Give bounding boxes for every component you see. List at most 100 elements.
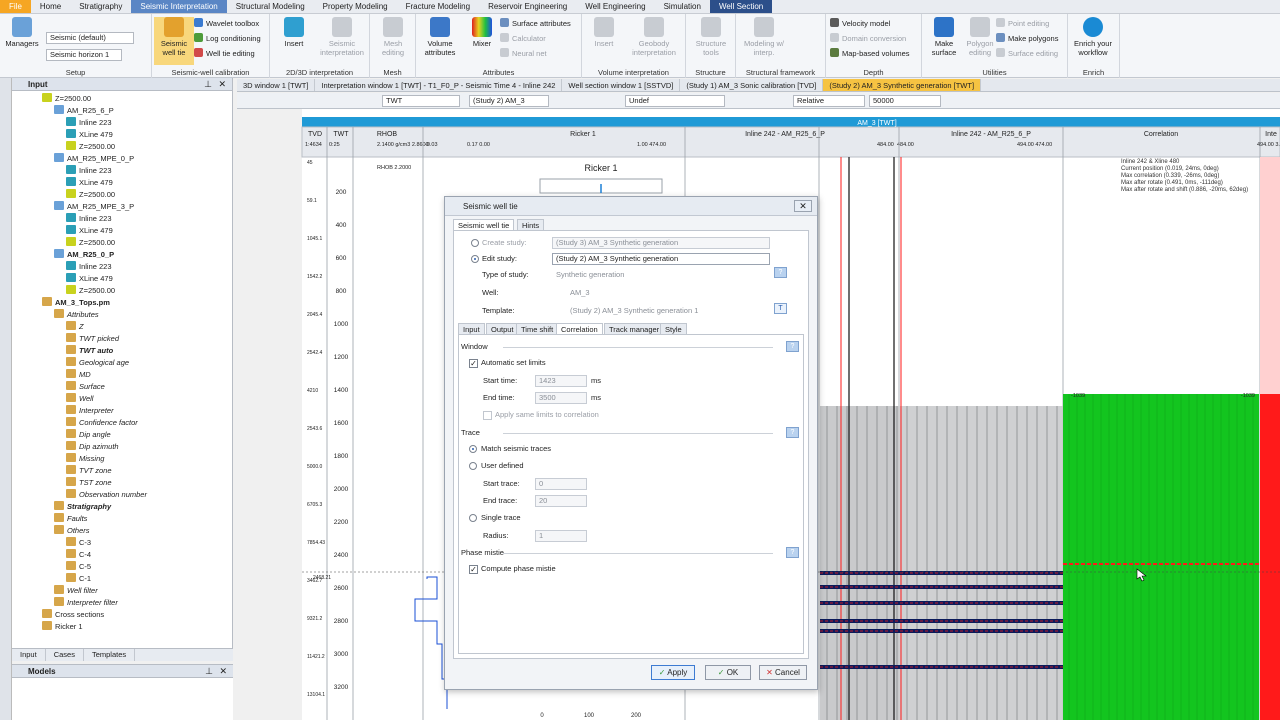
seismic-interpretation-button[interactable]: Seismic interpretation [318, 17, 366, 57]
relative-select[interactable]: Relative [793, 95, 865, 107]
models-close-icon[interactable]: ✕ [219, 665, 227, 678]
tree-item[interactable]: Z=2500.00 [66, 237, 115, 249]
tree-item[interactable]: XLine 479 [66, 225, 113, 237]
tab-cases[interactable]: Cases [46, 649, 84, 661]
tree-item[interactable]: AM_R25_6_P [54, 105, 114, 117]
modeling-interp-button[interactable]: Modeling w/ interp. [740, 17, 788, 57]
menu-well-engineering[interactable]: Well Engineering [576, 0, 654, 13]
user-defined-radio[interactable] [469, 462, 477, 470]
tree-item[interactable]: Inline 223 [66, 213, 112, 225]
tab-hints[interactable]: Hints [517, 219, 545, 230]
tree-item[interactable]: Geological age [66, 357, 129, 369]
tab-3d-window[interactable]: 3D window 1 [TWT] [237, 79, 316, 91]
tree-item[interactable]: Ricker 1 [42, 621, 83, 633]
tab-templates[interactable]: Templates [84, 649, 136, 661]
tree-item[interactable]: XLine 479 [66, 177, 113, 189]
enrich-workflow-button[interactable]: Enrich your workflow [1073, 17, 1113, 57]
managers-button[interactable]: Managers [2, 17, 42, 48]
seismic-well-tie-button[interactable]: Seismic well tie [154, 17, 194, 65]
window-help-icon[interactable]: ? [786, 341, 799, 352]
tree-item[interactable]: Interpreter filter [54, 597, 118, 609]
tree-item[interactable]: Attributes [54, 309, 99, 321]
log-conditioning-button[interactable]: Log conditioning [194, 33, 261, 45]
tree-item[interactable]: Confidence factor [66, 417, 138, 429]
tree-item[interactable]: C-1 [66, 573, 91, 585]
tree-item[interactable]: Inline 223 [66, 117, 112, 129]
make-surface-button[interactable]: Make surface [924, 17, 964, 57]
tab-interpretation-window[interactable]: Interpretation window 1 [TWT] - T1_F0_P … [315, 79, 563, 91]
tab-input[interactable]: Input [12, 649, 46, 661]
study-select[interactable]: (Study 2) AM_3 [469, 95, 549, 107]
match-traces-radio[interactable] [469, 445, 477, 453]
map-based-volumes-button[interactable]: Map-based volumes [830, 48, 910, 60]
menu-well-section[interactable]: Well Section [709, 0, 773, 13]
tree-item[interactable]: XLine 479 [66, 273, 113, 285]
menu-stratigraphy[interactable]: Stratigraphy [70, 0, 131, 13]
surface-editing-button[interactable]: Surface editing [996, 48, 1058, 60]
insert-button[interactable]: Insert [274, 17, 314, 48]
domain-conversion-button[interactable]: Domain conversion [830, 33, 906, 45]
menu-simulation[interactable]: Simulation [655, 0, 710, 13]
tree-item[interactable]: Observation number [66, 489, 147, 501]
wavelet-toolbox-button[interactable]: Wavelet toolbox [194, 18, 259, 30]
tree-item[interactable]: Others [54, 525, 90, 537]
well-field[interactable]: AM_3 [566, 287, 770, 299]
tree-item[interactable]: Inline 223 [66, 165, 112, 177]
make-polygons-button[interactable]: Make polygons [996, 33, 1058, 45]
calculator-button[interactable]: Calculator [500, 33, 546, 45]
geobody-interpretation-button[interactable]: Geobody interpretation [626, 17, 682, 57]
tree-item[interactable]: Stratigraphy [54, 501, 111, 513]
left-dock-strip[interactable] [0, 78, 12, 720]
mixer-button[interactable]: Mixer [462, 17, 502, 48]
cancel-button[interactable]: ✕ Cancel [759, 665, 807, 680]
seismic-horizon-select[interactable]: Seismic horizon 1 [46, 49, 122, 61]
subtab-time-shift[interactable]: Time shift [516, 323, 559, 334]
tree-item[interactable]: TVT zone [66, 465, 112, 477]
end-trace-input[interactable]: 20 [535, 495, 587, 507]
tree-item[interactable]: TWT picked [66, 333, 119, 345]
tree-item[interactable]: Faults [54, 513, 87, 525]
menu-structural-modeling[interactable]: Structural Modeling [227, 0, 314, 13]
tree-item[interactable]: Interpreter [66, 405, 114, 417]
scale-input[interactable]: 50000 [869, 95, 941, 107]
models-pin-icon[interactable]: ⊥ [205, 665, 213, 678]
edit-study-radio[interactable] [471, 255, 479, 263]
menu-seismic-interpretation[interactable]: Seismic Interpretation [131, 0, 227, 13]
apply-button[interactable]: ✓ Apply [651, 665, 695, 680]
apply-same-checkbox[interactable] [483, 411, 492, 420]
tree-item[interactable]: Surface [66, 381, 105, 393]
tree-item[interactable]: TWT auto [66, 345, 113, 357]
tree-item[interactable]: Missing [66, 453, 104, 465]
tree-item[interactable]: Dip angle [66, 429, 111, 441]
tree-item[interactable]: Z=2500.00 [66, 141, 115, 153]
undef-select[interactable]: Undef [625, 95, 725, 107]
single-trace-radio[interactable] [469, 514, 477, 522]
well-tie-editing-button[interactable]: Well tie editing [194, 48, 255, 60]
menu-file[interactable]: File [0, 0, 31, 13]
ok-button[interactable]: ✓ OK [705, 665, 751, 680]
start-trace-input[interactable]: 0 [535, 478, 587, 490]
auto-limits-checkbox[interactable]: ✓ [469, 359, 478, 368]
tab-well-section-window[interactable]: Well section window 1 [SSTVD] [562, 79, 681, 91]
tab-seismic-well-tie[interactable]: Seismic well tie [453, 219, 515, 230]
structure-tools-button[interactable]: Structure tools [691, 17, 731, 57]
end-time-input[interactable]: 3500 [535, 392, 587, 404]
surface-attributes-button[interactable]: Surface attributes [500, 18, 571, 30]
pin-icon[interactable]: ⊥ [204, 78, 212, 91]
tree-item[interactable]: C-5 [66, 561, 91, 573]
template-field[interactable]: (Study 2) AM_3 Synthetic generation 1 [566, 305, 770, 317]
tree-item[interactable]: Well filter [54, 585, 98, 597]
domain-select[interactable]: TWT [382, 95, 460, 107]
subtab-output[interactable]: Output [486, 323, 519, 334]
help-icon[interactable]: ? [774, 267, 787, 278]
create-study-radio[interactable] [471, 239, 479, 247]
menu-reservoir-engineering[interactable]: Reservoir Engineering [479, 0, 576, 13]
point-editing-button[interactable]: Point editing [996, 18, 1049, 30]
velocity-model-button[interactable]: Velocity model [830, 18, 890, 30]
tree-item[interactable]: AM_R25_MPE_3_P [54, 201, 134, 213]
template-settings-icon[interactable]: T [774, 303, 787, 314]
tree-item[interactable]: AM_3_Tops.pm [42, 297, 110, 309]
tree-item[interactable]: Well [66, 393, 93, 405]
volume-attributes-button[interactable]: Volume attributes [420, 17, 460, 57]
tree-item[interactable]: C-4 [66, 549, 91, 561]
